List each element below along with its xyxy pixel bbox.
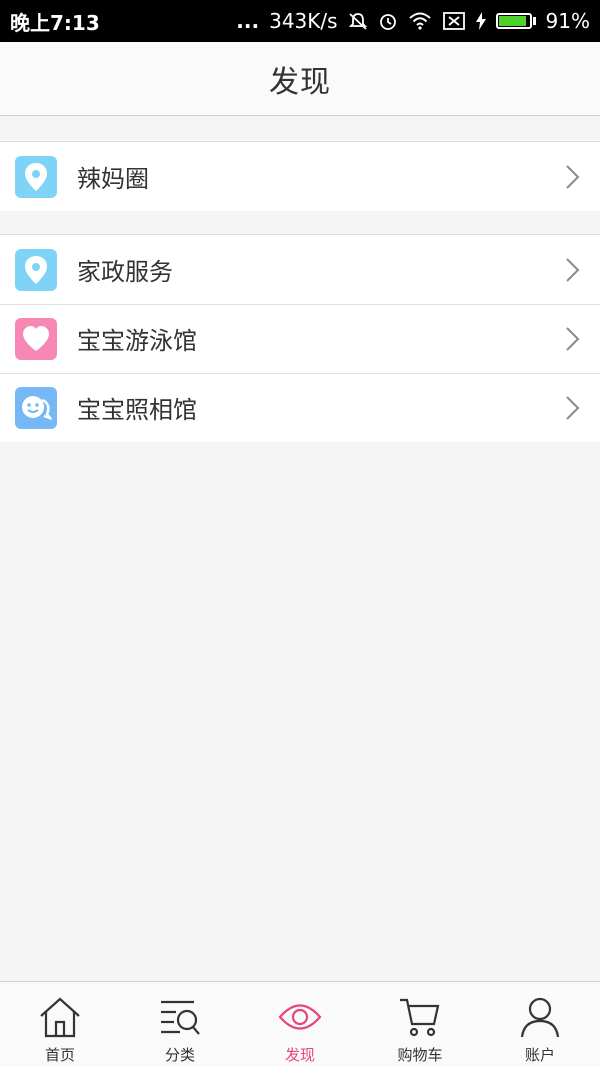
menu-item-housekeeping[interactable]: 家政服务 bbox=[0, 235, 600, 304]
tab-discover[interactable]: 发现 bbox=[240, 982, 360, 1067]
page-header: 发现 bbox=[0, 42, 600, 116]
charging-bolt-icon bbox=[475, 12, 486, 30]
category-search-icon bbox=[158, 996, 202, 1042]
alarm-clock-icon bbox=[378, 11, 398, 31]
wifi-icon bbox=[408, 11, 432, 31]
heart-icon bbox=[15, 317, 57, 360]
tab-label: 分类 bbox=[164, 1046, 195, 1064]
menu-item-label: 宝宝照相馆 bbox=[77, 396, 197, 424]
menu-group-1: 辣妈圈 bbox=[0, 141, 600, 211]
network-speed: 343K/s bbox=[269, 9, 338, 33]
location-pin-icon bbox=[15, 248, 57, 291]
menu-item-baby-swimming[interactable]: 宝宝游泳馆 bbox=[0, 304, 600, 373]
tab-label: 首页 bbox=[44, 1046, 75, 1064]
battery-icon bbox=[495, 13, 536, 29]
battery-percent: 91% bbox=[545, 9, 590, 33]
menu-item-lamaquan[interactable]: 辣妈圈 bbox=[0, 142, 600, 211]
chevron-right-icon bbox=[564, 395, 580, 421]
tab-category[interactable]: 分类 bbox=[120, 982, 240, 1067]
status-right: ... 343K/s 91% bbox=[236, 9, 590, 33]
bottom-tab-bar: 首页 分类 发现 购物车 账户 bbox=[0, 981, 600, 1067]
status-time: 晚上7:13 bbox=[10, 10, 100, 35]
no-sim-icon bbox=[442, 11, 466, 31]
status-bar: 晚上7:13 ... 343K/s 91% bbox=[0, 0, 600, 42]
location-pin-icon bbox=[15, 155, 57, 198]
cart-icon bbox=[398, 996, 442, 1042]
menu-item-label: 家政服务 bbox=[77, 258, 173, 286]
menu-item-baby-photo[interactable]: 宝宝照相馆 bbox=[0, 373, 600, 442]
home-icon bbox=[38, 996, 82, 1042]
menu-item-label: 宝宝游泳馆 bbox=[77, 327, 197, 355]
chevron-right-icon bbox=[564, 164, 580, 190]
user-icon bbox=[518, 996, 562, 1042]
more-dots: ... bbox=[236, 9, 260, 33]
eye-icon bbox=[278, 996, 322, 1042]
menu-group-2: 家政服务 宝宝游泳馆 宝宝照相馆 bbox=[0, 234, 600, 442]
tab-label: 发现 bbox=[284, 1046, 315, 1064]
chevron-right-icon bbox=[564, 326, 580, 352]
tab-cart[interactable]: 购物车 bbox=[360, 982, 480, 1067]
chat-face-icon bbox=[15, 386, 57, 429]
tab-label: 账户 bbox=[524, 1046, 555, 1064]
tab-account[interactable]: 账户 bbox=[480, 982, 600, 1067]
mute-bell-icon bbox=[348, 11, 368, 31]
chevron-right-icon bbox=[564, 257, 580, 283]
tab-label: 购物车 bbox=[397, 1046, 443, 1064]
page-title: 发现 bbox=[269, 64, 331, 100]
tab-home[interactable]: 首页 bbox=[0, 982, 120, 1067]
menu-item-label: 辣妈圈 bbox=[77, 165, 149, 193]
